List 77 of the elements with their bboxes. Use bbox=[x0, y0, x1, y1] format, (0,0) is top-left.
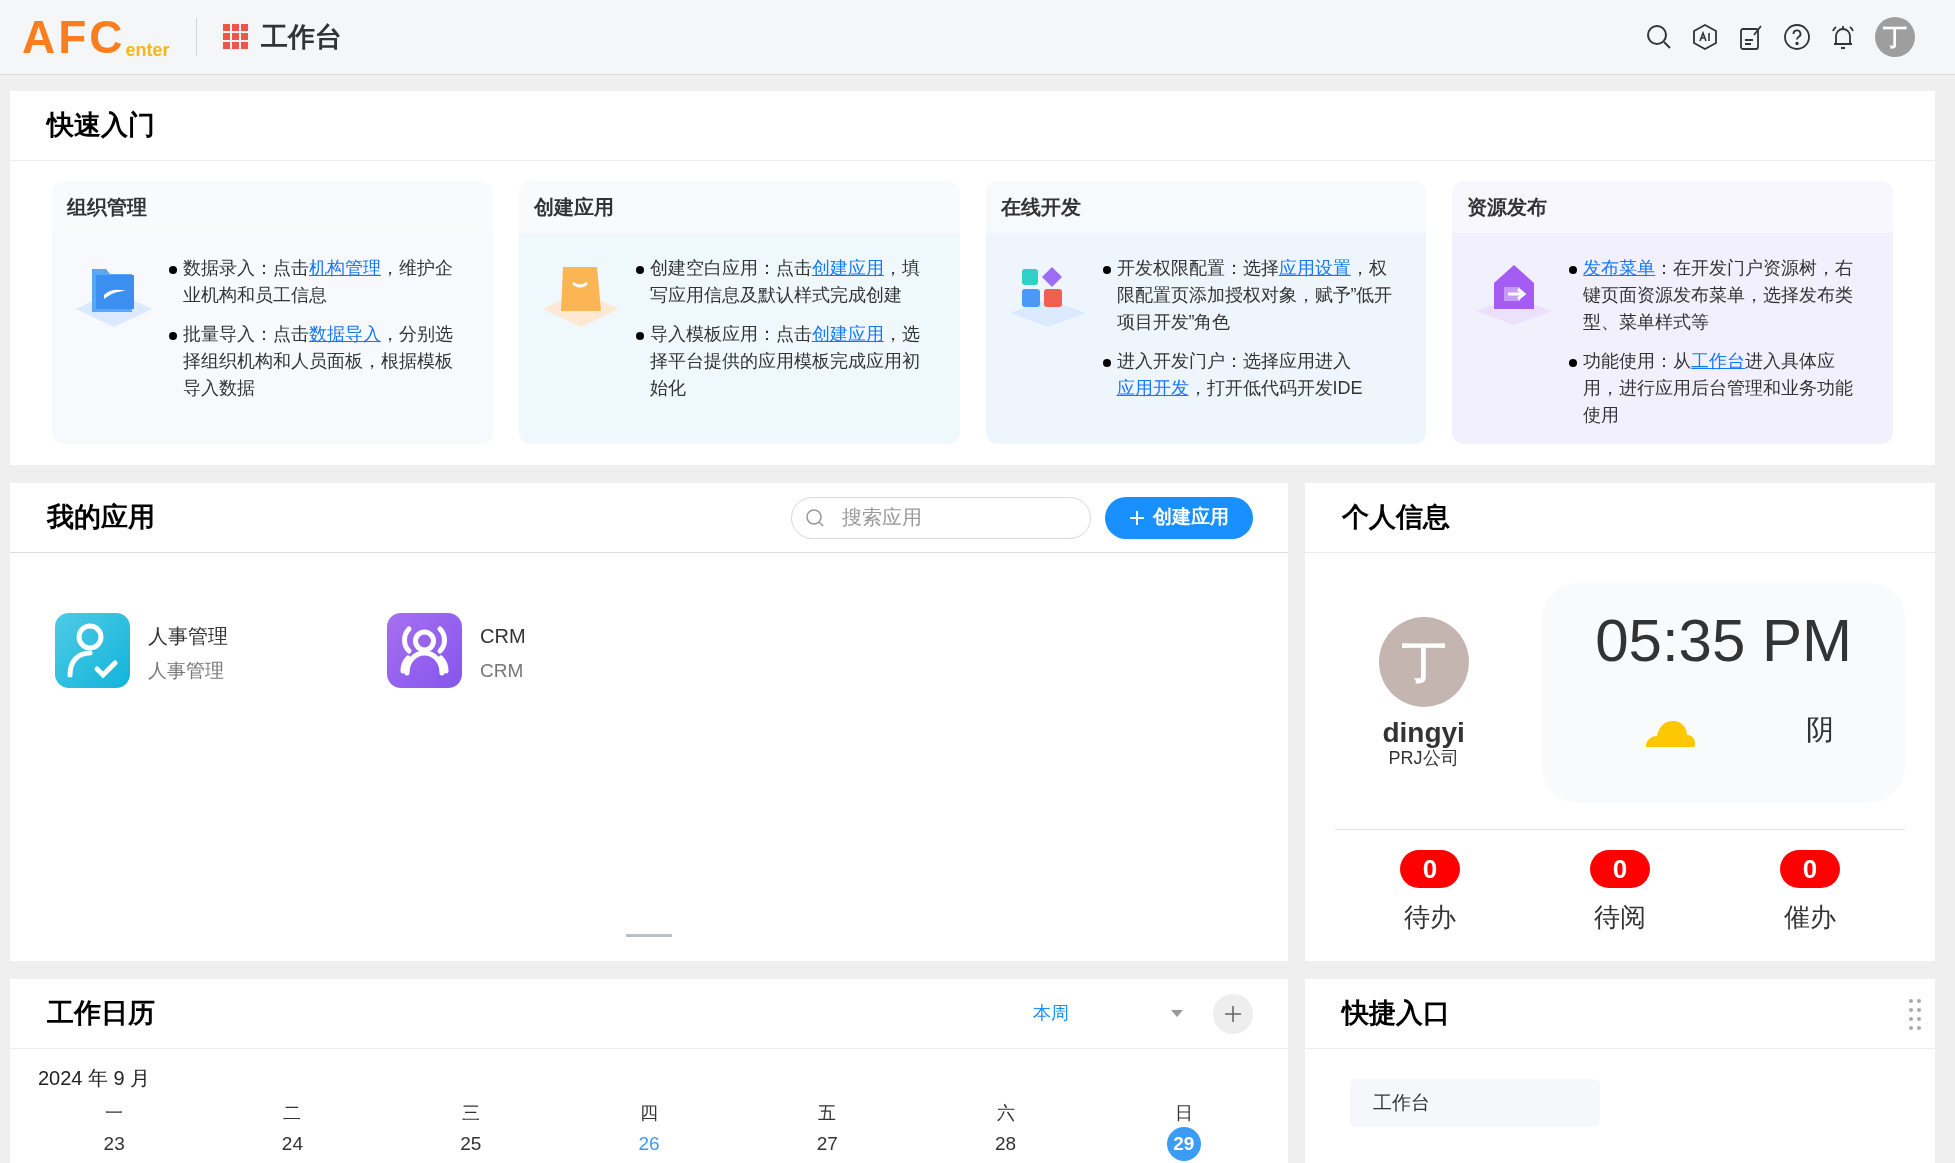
calendar-date[interactable]: 29 bbox=[1166, 1127, 1201, 1161]
guide-text: 开发权限配置：选择应用设置，权限配置页添加授权对象，赋予”低开项目开发”角色 bbox=[1116, 257, 1394, 334]
company-name: PRJ公司 bbox=[1388, 747, 1459, 770]
plus-icon bbox=[1129, 509, 1145, 526]
weekday-label: 六 bbox=[996, 1102, 1015, 1125]
count-badge: 0 bbox=[1780, 850, 1840, 888]
user-avatar: 丁 bbox=[1378, 616, 1469, 707]
weather-text: 阴 bbox=[1805, 713, 1834, 747]
weekday-label: 日 bbox=[1174, 1102, 1193, 1125]
note-icon[interactable] bbox=[1737, 23, 1765, 51]
app-name: CRM bbox=[480, 624, 526, 649]
app-name: 人事管理 bbox=[148, 624, 228, 649]
count-badge: 0 bbox=[1400, 850, 1460, 888]
weekday-label: 三 bbox=[461, 1102, 480, 1125]
search-field[interactable]: 搜索应用 bbox=[791, 496, 1091, 539]
user-avatar[interactable]: 丁 bbox=[1875, 17, 1915, 57]
caret-icon bbox=[1171, 1009, 1183, 1018]
logo: AFC enter bbox=[22, 14, 170, 60]
grid-icon[interactable] bbox=[222, 24, 249, 50]
bell-icon[interactable] bbox=[1829, 23, 1857, 51]
guide-text: 数据录入：点击机构管理，维护企业机构和员工信息 bbox=[183, 257, 454, 307]
app-subtitle: 人事管理 bbox=[148, 659, 225, 683]
link[interactable]: 应用开发 bbox=[1116, 378, 1189, 398]
panel-title: 我的应用 bbox=[47, 501, 155, 535]
calendar-date[interactable]: 24 bbox=[275, 1127, 310, 1161]
panel-title: 快速入门 bbox=[47, 109, 155, 143]
shortcut-item[interactable]: 工作台 bbox=[1350, 1079, 1600, 1127]
panel-title: 个人信息 bbox=[1342, 501, 1450, 535]
clock-time: 05:35 PM bbox=[1595, 611, 1853, 671]
guide-text: 创建空白应用：点击创建应用，填写应用信息及默认样式完成创建 bbox=[649, 257, 921, 307]
link[interactable]: 机构管理 bbox=[309, 258, 381, 278]
plus-icon bbox=[1224, 1004, 1242, 1023]
panel-title: 快捷入口 bbox=[1342, 997, 1450, 1031]
card-title: 组织管理 bbox=[67, 195, 147, 220]
search-icon bbox=[805, 507, 825, 528]
link[interactable]: 数据导入 bbox=[309, 324, 381, 344]
help-icon[interactable] bbox=[1783, 23, 1811, 51]
app-subtitle: CRM bbox=[480, 659, 525, 683]
guide-text: 进入开发门户：选择应用进入 应用开发，打开低代码开发IDE bbox=[1116, 350, 1364, 400]
calendar-date[interactable]: 25 bbox=[453, 1127, 488, 1161]
link[interactable]: 工作台 bbox=[1691, 351, 1746, 371]
search-icon[interactable] bbox=[1645, 23, 1673, 51]
count-label[interactable]: 待阅 bbox=[1594, 898, 1646, 937]
link[interactable]: 创建应用 bbox=[811, 324, 884, 344]
person-check-icon bbox=[55, 613, 130, 688]
create-app-button[interactable]: 创建应用 bbox=[1105, 496, 1253, 539]
weekday-label: 二 bbox=[283, 1102, 302, 1125]
app-tile[interactable]: 人事管理 人事管理 bbox=[55, 613, 280, 688]
weekday-label: 一 bbox=[105, 1102, 124, 1125]
calendar-date[interactable]: 23 bbox=[97, 1127, 132, 1161]
count-badge: 0 bbox=[1590, 850, 1650, 888]
calendar-date[interactable]: 26 bbox=[632, 1127, 666, 1161]
ai-icon[interactable] bbox=[1691, 23, 1719, 51]
calendar-date[interactable]: 27 bbox=[810, 1127, 845, 1161]
calendar-date[interactable]: 28 bbox=[988, 1127, 1023, 1161]
calendar-month: 2024 年 9 月 bbox=[38, 1067, 151, 1089]
card-title: 资源发布 bbox=[1467, 195, 1548, 220]
page-title: 工作台 bbox=[260, 20, 342, 54]
weekday-label: 四 bbox=[640, 1102, 658, 1125]
drag-handle-icon[interactable] bbox=[1909, 997, 1921, 1030]
guide-text: 发布菜单：在开发门户资源树，右键页面资源发布菜单，选择发布类型、菜单样式等 bbox=[1583, 257, 1855, 334]
guide-text: 导入模板应用：点击创建应用，选择平台提供的应用模板完成应用初始化 bbox=[649, 323, 921, 400]
link[interactable]: 发布菜单 bbox=[1583, 258, 1656, 278]
weekday-label: 五 bbox=[818, 1102, 837, 1125]
count-label[interactable]: 催办 bbox=[1784, 898, 1836, 937]
card-title: 创建应用 bbox=[533, 195, 614, 220]
guide-text: 功能使用：从工作台进入具体应用，进行应用后台管理和业务功能使用 bbox=[1583, 350, 1855, 427]
card-title: 在线开发 bbox=[1000, 195, 1081, 220]
count-label[interactable]: 待办 bbox=[1404, 898, 1456, 937]
range-select[interactable]: 本周 bbox=[1033, 1000, 1183, 1027]
link[interactable]: 创建应用 bbox=[811, 258, 884, 278]
people-group-icon bbox=[387, 613, 462, 688]
app-tile[interactable]: CRM CRM bbox=[387, 613, 612, 688]
panel-title: 工作日历 bbox=[47, 997, 155, 1031]
add-button[interactable] bbox=[1213, 993, 1253, 1034]
link[interactable]: 应用设置 bbox=[1278, 258, 1351, 278]
guide-text: 批量导入：点击数据导入，分别选择组织机构和人员面板，根据模板导入数据 bbox=[183, 323, 454, 400]
